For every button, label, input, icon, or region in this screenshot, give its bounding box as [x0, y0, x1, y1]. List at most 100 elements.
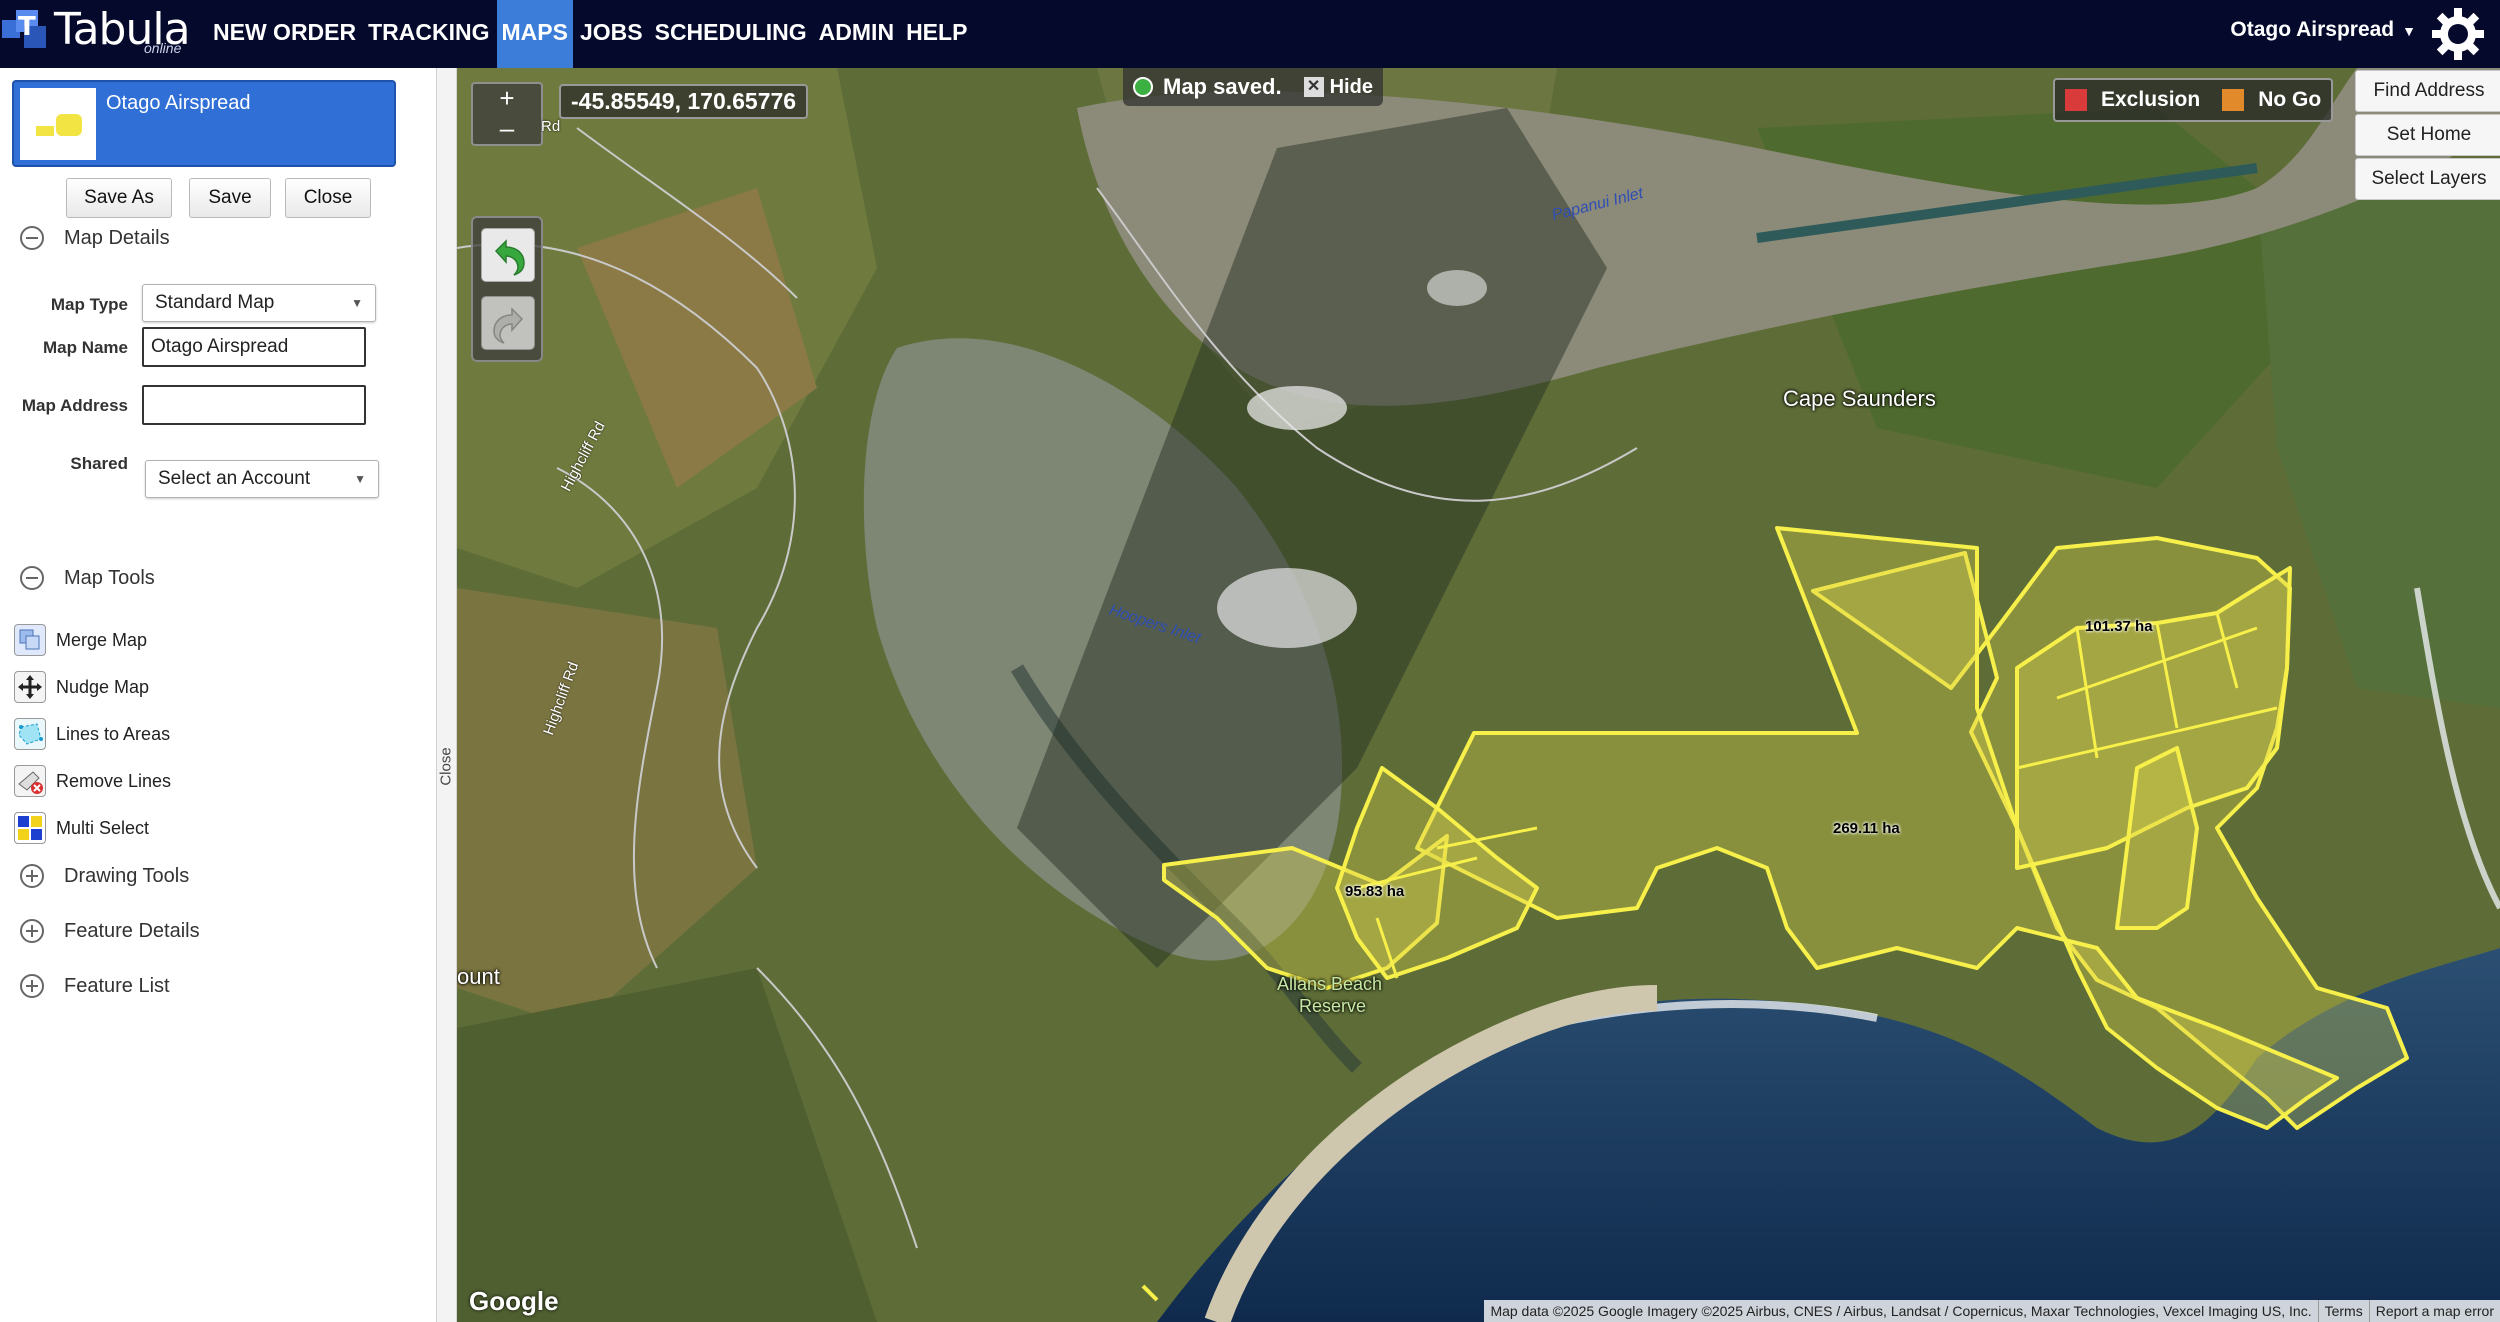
nav-new-order[interactable]: NEW ORDER: [208, 0, 361, 68]
map-name-label: Map Name: [42, 338, 128, 357]
place-label-mount: ount: [457, 964, 500, 989]
map-tools-toggle[interactable]: Map Tools: [20, 566, 155, 590]
map-type-value: Standard Map: [155, 292, 275, 313]
save-as-button[interactable]: Save As: [66, 178, 172, 218]
map-type-select[interactable]: Standard Map ▼: [142, 284, 376, 322]
no-go-swatch: [2222, 89, 2245, 111]
merge-map-label: Merge Map: [56, 629, 148, 650]
exclusion-swatch: [2065, 89, 2087, 111]
nav-scheduling[interactable]: SCHEDULING: [650, 0, 812, 68]
map-details-toggle[interactable]: Map Details: [20, 226, 170, 250]
nav-help[interactable]: HELP: [901, 0, 972, 68]
sidebar: Otago Airspread Save As Save Close Map D…: [0, 68, 437, 1322]
map-type-label: Map Type: [50, 295, 128, 314]
dropdown-arrow-icon: ▼: [354, 472, 366, 486]
map-card-title: Otago Airspread: [106, 92, 251, 114]
report-error-link[interactable]: Report a map error: [2368, 1300, 2500, 1322]
account-menu[interactable]: Otago Airspread ▼: [2230, 18, 2416, 42]
sidebar-close-strip[interactable]: Close: [437, 68, 457, 1322]
redo-button[interactable]: [481, 296, 535, 350]
hide-notification-button[interactable]: Hide: [1330, 76, 1373, 99]
gear-icon[interactable]: [2430, 6, 2486, 62]
zoom-control: + –: [471, 82, 543, 146]
map-attribution: Map data ©2025 Google Imagery ©2025 Airb…: [1484, 1300, 2500, 1322]
success-check-icon: [1133, 77, 1153, 97]
road-label-rd: Rd: [541, 118, 561, 135]
satellite-map[interactable]: + – -45.85549, 170.65776 Map saved. ✕ Hi…: [457, 68, 2500, 1322]
multi-select-label: Multi Select: [56, 817, 150, 838]
set-home-button[interactable]: Set Home: [2355, 114, 2500, 156]
top-navigation-bar: T Tabula online NEW ORDER TRACKING MAPS …: [0, 0, 2500, 68]
place-label-cape-saunders: Cape Saunders: [1783, 386, 1936, 411]
collapse-icon: [20, 226, 44, 250]
feature-list-heading: Feature List: [64, 974, 170, 997]
account-name: Otago Airspread: [2230, 18, 2395, 41]
nav-maps[interactable]: MAPS: [496, 0, 573, 68]
shared-account-value: Select an Account: [158, 468, 311, 489]
close-icon[interactable]: ✕: [1303, 77, 1324, 97]
attribution-text: Map data ©2025 Google Imagery ©2025 Airb…: [1490, 1303, 2312, 1319]
place-label-allans-beach: Allans Beach: [1277, 974, 1383, 994]
close-button[interactable]: Close: [285, 178, 371, 218]
terms-link[interactable]: Terms: [2317, 1300, 2369, 1322]
feature-details-heading: Feature Details: [64, 919, 200, 942]
area-label: 95.83 ha: [1345, 883, 1405, 900]
nav-tracking[interactable]: TRACKING: [363, 0, 494, 68]
map-address-field[interactable]: [142, 385, 366, 425]
map-imagery: [457, 68, 2500, 1322]
nudge-map-label: Nudge Map: [56, 676, 150, 697]
shared-account-select[interactable]: Select an Account ▼: [145, 460, 379, 498]
shared-label: Shared: [70, 454, 128, 473]
feature-details-toggle[interactable]: Feature Details: [20, 919, 200, 943]
nav-admin[interactable]: ADMIN: [814, 0, 899, 68]
collapse-icon: [20, 566, 44, 590]
lines-to-areas-icon: [14, 718, 46, 750]
remove-lines-tool[interactable]: Remove Lines: [14, 765, 171, 797]
zoom-in-button[interactable]: +: [473, 84, 541, 114]
remove-lines-icon: [14, 765, 46, 797]
save-button[interactable]: Save: [189, 178, 271, 218]
merge-icon: [14, 624, 46, 656]
map-thumbnail: [20, 88, 96, 160]
area-label: 269.11 ha: [1833, 820, 1900, 837]
expand-icon: [20, 864, 44, 888]
zoom-out-button[interactable]: –: [473, 114, 541, 144]
undo-arrow-icon: [494, 239, 525, 276]
drawing-tools-heading: Drawing Tools: [64, 864, 190, 887]
multi-select-icon: [14, 812, 46, 844]
area-label: 101.37 ha: [2085, 618, 2153, 635]
multi-select-tool[interactable]: Multi Select: [14, 812, 149, 844]
coordinate-readout: -45.85549, 170.65776: [559, 84, 809, 119]
feature-list-toggle[interactable]: Feature List: [20, 974, 170, 998]
close-strip-label: Close: [437, 747, 455, 786]
exclusion-label: Exclusion: [2101, 88, 2201, 111]
lines-to-areas-tool[interactable]: Lines to Areas: [14, 718, 170, 750]
select-layers-button[interactable]: Select Layers: [2355, 158, 2500, 200]
saved-message: Map saved.: [1163, 74, 1282, 99]
main-nav: NEW ORDER TRACKING MAPS JOBS SCHEDULING …: [208, 0, 974, 68]
move-arrows-icon: [14, 671, 46, 703]
redo-arrow-icon: [493, 307, 524, 344]
remove-lines-label: Remove Lines: [56, 770, 172, 791]
undo-button[interactable]: [481, 228, 535, 282]
merge-map-tool[interactable]: Merge Map: [14, 624, 147, 656]
nudge-map-tool[interactable]: Nudge Map: [14, 671, 149, 703]
find-address-button[interactable]: Find Address: [2355, 70, 2500, 112]
dropdown-arrow-icon: ▼: [351, 296, 363, 310]
google-logo: Google: [469, 1286, 559, 1316]
logo-cube-icon: T: [2, 10, 50, 52]
save-notification: Map saved. ✕ Hide: [1123, 68, 1383, 106]
undo-redo-panel: [471, 216, 543, 362]
logo-subtitle: online: [144, 40, 182, 56]
drawing-tools-toggle[interactable]: Drawing Tools: [20, 864, 189, 888]
map-tools-heading: Map Tools: [64, 566, 155, 589]
chevron-down-icon: ▼: [2402, 23, 2416, 39]
no-go-label: No Go: [2258, 88, 2322, 111]
expand-icon: [20, 919, 44, 943]
map-name-field[interactable]: Otago Airspread: [142, 327, 366, 367]
lines-to-areas-label: Lines to Areas: [56, 723, 171, 744]
place-label-reserve: Reserve: [1299, 996, 1367, 1016]
map-legend: Exclusion No Go: [2053, 78, 2334, 122]
current-map-card[interactable]: Otago Airspread: [12, 80, 396, 167]
nav-jobs[interactable]: JOBS: [575, 0, 648, 68]
